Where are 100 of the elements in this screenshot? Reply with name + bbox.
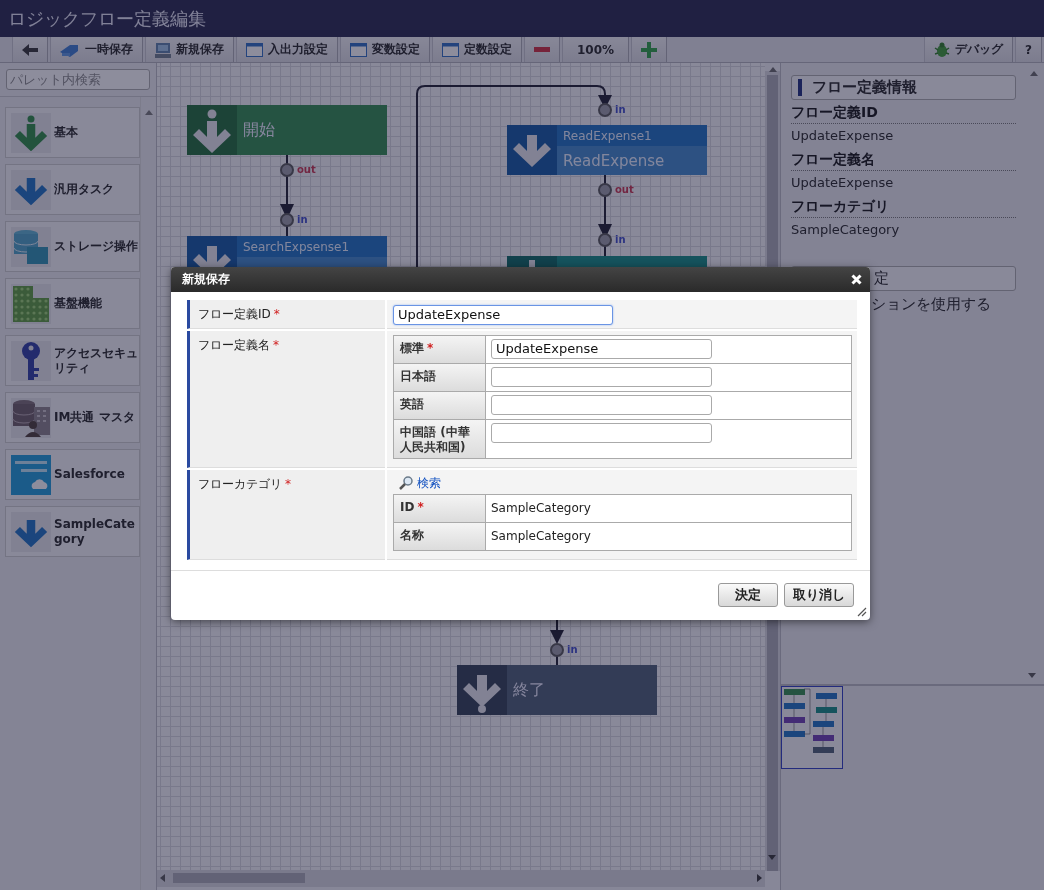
field-label: フロー定義ID * [187,300,385,329]
palette-item-label: 基本 [54,125,79,140]
field-label: フローカテゴリ * [187,469,385,560]
palette-item-label: 基盤機能 [54,296,103,311]
info-arrow-icon [192,109,232,153]
toolbar-button[interactable]: 新規保存 [145,37,234,62]
zoom-level: 100% [562,37,630,62]
node-label: 終了 [512,679,546,701]
node-type-label: ReadExpense [563,151,665,170]
palette-item-label: IM共通 マスタ [54,410,136,425]
text-field[interactable]: UpdateExpense [393,304,613,325]
node-name-label: SearchExpsense1 [243,239,350,254]
end-node[interactable]: 終了 [457,665,657,715]
info-arrow-icon [14,114,48,151]
table-value: SampleCategory [491,499,591,517]
window-icon [442,42,459,57]
property-label: フロー定義ID [791,101,1016,124]
port-label: in [567,644,578,655]
task-node[interactable]: SearchExpsense1 [187,236,387,267]
toolbar-button[interactable]: 定数設定 [432,37,522,62]
port-label: out [297,164,316,175]
table-label: 標準 * [394,335,485,363]
window-icon [350,42,367,57]
toolbar-button[interactable]: 入出力設定 [236,37,338,62]
text-field[interactable] [491,422,712,443]
task-node[interactable]: ReadExpense1 ReadExpense [507,125,707,175]
table-label: 中国語 (中華人民共和国) [394,419,485,458]
palette-item-label: SampleCategory [54,516,136,547]
text-field[interactable] [491,366,712,387]
palette-item[interactable]: SampleCategory [5,506,140,557]
close-button[interactable] [851,274,862,285]
search-icon [399,476,413,490]
palette-item[interactable]: 基本 [5,107,140,158]
property-value: UpdateExpense [791,174,895,192]
connector-line [286,225,288,237]
property-value: SampleCategory [791,221,901,239]
database-icon [13,228,49,265]
scroll-down-icon [768,855,776,860]
palette-item[interactable]: 汎用タスク [5,164,140,215]
close-icon [851,274,862,285]
table-label: 名称 [394,522,485,550]
computer-icon [155,41,171,58]
palette-item[interactable]: 基盤機能 [5,278,140,329]
dialog-button[interactable]: 取り消し [784,583,854,607]
search-link[interactable]: 検索 [417,474,441,492]
scroll-left-icon [160,874,165,882]
bug-icon [934,41,951,58]
scrollbar-thumb[interactable] [173,873,305,883]
toolbar-button[interactable]: 一時保存 [50,37,143,62]
cloud-logo-icon [11,454,51,495]
window-icon [246,42,263,57]
plus-icon [641,41,658,58]
port-label: in [297,214,308,225]
port-label: out [615,184,634,195]
table-value: SampleCategory [491,527,591,545]
node-label: 開始 [242,119,276,141]
scroll-up-icon [144,110,153,115]
connector-arrow [550,619,564,644]
minus-icon [534,47,550,52]
port-label: in [615,104,626,115]
zoom-in-button[interactable] [631,37,668,62]
palette-item-label: Salesforce [54,467,126,482]
table-label: 英語 [394,391,485,419]
text-field[interactable]: UpdateExpense [491,338,712,359]
palette-item[interactable]: アクセスセキュリティ [5,335,140,386]
palette-item[interactable]: ストレージ操作 [5,221,140,272]
toolbar-button[interactable]: デバッグ [924,37,1014,62]
help-button[interactable]: ? [1015,37,1042,62]
option-label: ションを使用する [870,295,992,314]
scroll-up-icon [1030,71,1038,76]
scroll-down-icon [1028,673,1036,678]
back-arrow-icon [22,42,38,57]
scroll-right-icon [757,874,762,882]
toolbar-button[interactable]: 変数設定 [340,37,430,62]
text-field[interactable] [491,394,712,415]
palette-item-label: アクセスセキュリティ [54,345,138,376]
field-label: フロー定義名 * [187,330,385,468]
port-label: in [615,234,626,245]
palette-item[interactable]: IM共通 マスタ [5,392,140,443]
table-label: ID * [394,494,485,522]
section-title: 定 [874,269,889,288]
grid-icon [13,285,49,322]
start-node[interactable]: 開始 [187,105,387,155]
property-value: UpdateExpense [791,127,895,145]
property-label: フロー定義名 [791,148,1016,171]
table-label: 日本語 [394,363,485,391]
resize-grip-icon [855,605,867,617]
key-icon [19,341,43,380]
palette-item-label: ストレージ操作 [54,239,138,254]
property-label: フローカテゴリ [791,195,1016,218]
dialog-title: 新規保存 [182,271,230,288]
section-title: フロー定義情報 [812,78,917,97]
dialog-button[interactable]: 決定 [718,583,778,607]
node-name-label: ReadExpense1 [563,128,652,143]
palette-item-label: 汎用タスク [54,182,115,197]
back-button[interactable] [12,37,48,62]
window-title: ロジックフロー定義編集 [8,6,206,31]
palette-item[interactable]: Salesforce [5,449,140,500]
connector-line [604,245,606,257]
zoom-out-button[interactable] [524,37,560,62]
